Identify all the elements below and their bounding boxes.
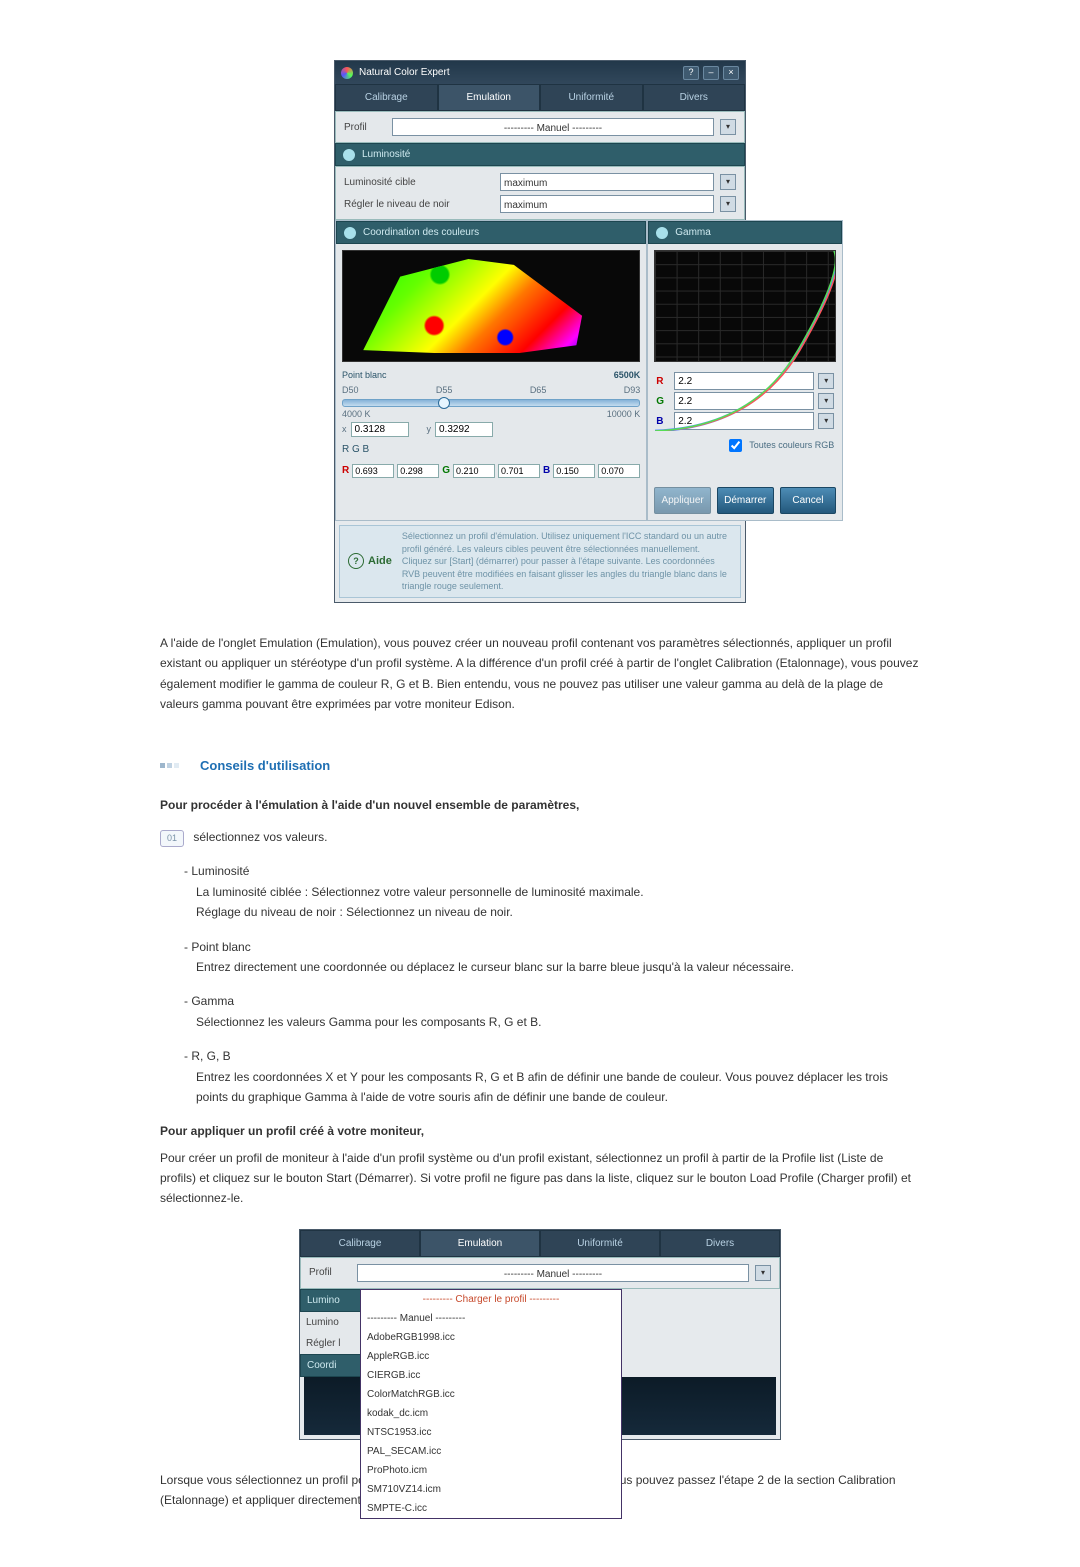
profil-select[interactable]: --------- Manuel --------- (392, 118, 714, 136)
aide-text: Sélectionnez un profil d'émulation. Util… (402, 530, 732, 593)
section-bullet-icon (160, 763, 190, 768)
tab-divers[interactable]: Divers (643, 84, 746, 111)
dropdown-option[interactable]: kodak_dc.icm (361, 1404, 621, 1423)
white-point-value: 6500K (614, 368, 641, 383)
profil-select-open[interactable]: --------- Manuel --------- (357, 1264, 749, 1282)
chevron-down-icon[interactable]: ▾ (720, 196, 736, 212)
g-x-input[interactable] (453, 464, 495, 478)
slider-thumb[interactable] (438, 397, 450, 409)
profil-dropdown-icon[interactable]: ▾ (720, 119, 736, 135)
tab-uniformite[interactable]: Uniformité (540, 1230, 660, 1257)
dropdown-option[interactable]: --------- Charger le profil --------- (361, 1290, 621, 1309)
g-y-input[interactable] (498, 464, 540, 478)
step-badge: 01 (160, 830, 184, 847)
item-line: Réglage du niveau de noir : Sélectionnez… (196, 902, 920, 922)
item-list: Luminosité La luminosité ciblée : Sélecti… (160, 861, 920, 1107)
rgb-header: R G B (336, 437, 646, 458)
dropdown-option[interactable]: ColorMatchRGB.icc (361, 1385, 621, 1404)
item-name: Luminosité (184, 864, 249, 878)
list-item: Gamma Sélectionnez les valeurs Gamma pour… (184, 991, 920, 1032)
step-01: 01 sélectionnez vos valeurs. (160, 827, 920, 847)
chevron-down-icon[interactable]: ▾ (755, 1265, 771, 1281)
gamma-header[interactable]: Gamma (648, 221, 842, 244)
collapse-icon[interactable] (343, 226, 357, 240)
item-line: Entrez directement une coordonnée ou dép… (196, 957, 920, 977)
tab-uniformite[interactable]: Uniformité (540, 84, 643, 111)
coord-header[interactable]: Coordination des couleurs (336, 221, 646, 244)
x-input[interactable] (351, 422, 409, 437)
apply-paragraph: Pour créer un profil de moniteur à l'aid… (160, 1148, 920, 1209)
list-item: R, G, B Entrez les coordonnées X et Y pou… (184, 1046, 920, 1107)
dropdown-option[interactable]: PAL_SECAM.icc (361, 1442, 621, 1461)
aide-label: Aide (368, 552, 392, 571)
item-name: Point blanc (184, 940, 251, 954)
profil-dropdown-list[interactable]: --------- Charger le profil ------------… (360, 1289, 622, 1519)
all-colors-label: Toutes couleurs RGB (749, 438, 834, 453)
dropdown-option[interactable]: CIERGB.icc (361, 1366, 621, 1385)
help-circle-icon: ? (348, 553, 364, 569)
gamma-chart[interactable] (654, 250, 836, 362)
app-logo-icon (341, 67, 353, 79)
tab-calibrage[interactable]: Calibrage (335, 84, 438, 111)
profil-label: Profil (344, 119, 386, 136)
collapse-icon[interactable] (655, 226, 669, 240)
cie-chromaticity-chart[interactable] (342, 250, 640, 362)
b-x-input[interactable] (553, 464, 595, 478)
help-icon[interactable]: ? (683, 66, 699, 80)
black-level-label: Régler le niveau de noir (344, 196, 494, 213)
dropdown-option[interactable]: ProPhoto.icm (361, 1461, 621, 1480)
tab-divers[interactable]: Divers (660, 1230, 780, 1257)
list-item: Luminosité La luminosité ciblée : Sélecti… (184, 861, 920, 922)
item-name: R, G, B (184, 1049, 231, 1063)
list-item: Point blanc Entrez directement une coordo… (184, 937, 920, 978)
r-y-input[interactable] (397, 464, 439, 478)
titlebar[interactable]: Natural Color Expert ? – × (335, 61, 745, 84)
chevron-down-icon[interactable]: ▾ (720, 174, 736, 190)
black-level-select[interactable]: maximum (500, 195, 714, 213)
y-input[interactable] (435, 422, 493, 437)
white-point-slider[interactable] (342, 399, 640, 407)
app-title: Natural Color Expert (359, 64, 450, 81)
tab-emulation[interactable]: Emulation (420, 1230, 540, 1257)
subheading-1: Pour procéder à l'émulation à l'aide d'u… (160, 795, 920, 815)
item-line: Entrez les coordonnées X et Y pour les c… (196, 1067, 920, 1108)
minimize-icon[interactable]: – (703, 66, 719, 80)
dropdown-option[interactable]: SMPTE-C.icc (361, 1499, 621, 1518)
profil-label: Profil (309, 1264, 351, 1281)
emulation-window: Natural Color Expert ? – × Calibrage Emu… (334, 60, 746, 603)
close-icon[interactable]: × (723, 66, 739, 80)
tab-calibrage[interactable]: Calibrage (300, 1230, 420, 1257)
dropdown-option[interactable]: --------- Manuel --------- (361, 1309, 621, 1328)
apply-button[interactable]: Appliquer (654, 487, 711, 514)
tab-emulation[interactable]: Emulation (438, 84, 541, 111)
collapse-icon[interactable] (342, 148, 356, 162)
subheading-2: Pour appliquer un profil créé à votre mo… (160, 1121, 920, 1141)
rgb-inputs: R G B (336, 458, 646, 483)
luminosite-header[interactable]: Luminosité (335, 143, 745, 166)
section-title: Conseils d'utilisation (160, 755, 920, 777)
all-colors-checkbox[interactable] (729, 439, 742, 452)
dropdown-option[interactable]: AdobeRGB1998.icc (361, 1328, 621, 1347)
dropdown-option[interactable]: AppleRGB.icc (361, 1347, 621, 1366)
cancel-button[interactable]: Cancel (780, 487, 837, 514)
start-button[interactable]: Démarrer (717, 487, 774, 514)
item-name: Gamma (184, 994, 234, 1008)
lum-target-select[interactable]: maximum (500, 173, 714, 191)
dropdown-option[interactable]: SM710VZ14.icm (361, 1480, 621, 1499)
r-x-input[interactable] (352, 464, 394, 478)
profile-dropdown-window: Calibrage Emulation Uniformité Divers Pr… (299, 1229, 781, 1440)
item-line: La luminosité ciblée : Sélectionnez votr… (196, 882, 920, 902)
aide-panel: ? Aide Sélectionnez un profil d'émulatio… (339, 525, 741, 598)
white-point-label: Point blanc (342, 368, 387, 383)
main-tabs: Calibrage Emulation Uniformité Divers (335, 84, 745, 111)
intro-paragraph: A l'aide de l'onglet Emulation (Emulatio… (160, 633, 920, 715)
item-line: Sélectionnez les valeurs Gamma pour les … (196, 1012, 920, 1032)
b-y-input[interactable] (598, 464, 640, 478)
lum-target-label: Luminosité cible (344, 174, 494, 191)
dropdown-option[interactable]: NTSC1953.icc (361, 1423, 621, 1442)
